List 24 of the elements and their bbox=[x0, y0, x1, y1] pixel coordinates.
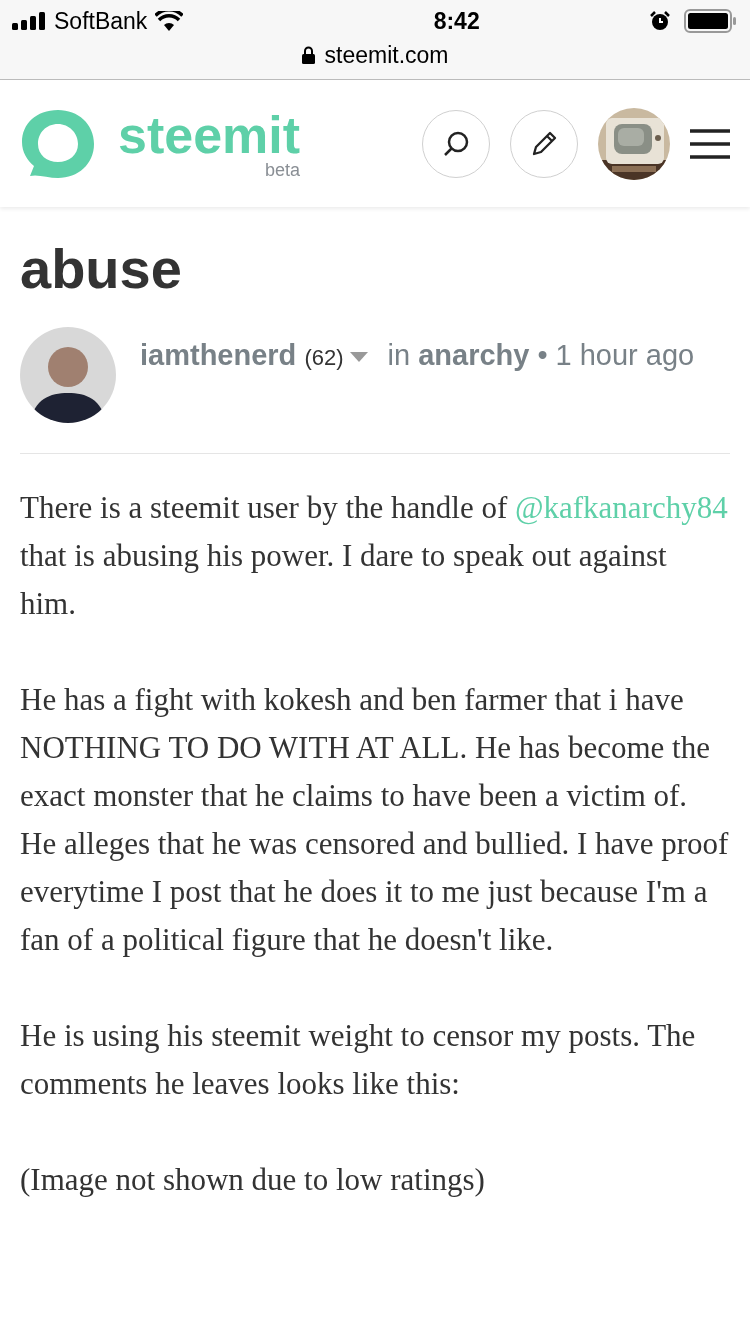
carrier-name: SoftBank bbox=[54, 6, 148, 36]
pencil-icon bbox=[530, 129, 558, 158]
body-paragraph: (Image not shown due to low ratings) bbox=[20, 1161, 486, 1199]
category-link[interactable]: anarchy bbox=[418, 339, 530, 371]
wifi-icon bbox=[155, 11, 184, 31]
lock-icon bbox=[301, 46, 315, 65]
signal-icon bbox=[12, 12, 46, 30]
post-time: 1 hour ago bbox=[555, 339, 695, 371]
beta-label: beta bbox=[265, 160, 301, 179]
body-paragraph: There is a steemit user by the handle of @kafkanarchy84 that is abusing his power. I dare to speak out against him. bbox=[20, 489, 729, 623]
in-label: in bbox=[387, 339, 411, 371]
post-title: abuse bbox=[20, 237, 183, 301]
alarm-icon bbox=[650, 11, 670, 31]
caret-icon[interactable] bbox=[349, 352, 368, 363]
author-name[interactable]: iamthenerd bbox=[140, 339, 297, 371]
clock-time: 8:42 bbox=[433, 6, 480, 36]
battery-icon bbox=[684, 9, 738, 33]
search-icon bbox=[442, 129, 470, 158]
url-text[interactable]: steemit.com bbox=[324, 38, 449, 73]
author-reputation: (62) bbox=[304, 345, 344, 370]
body-paragraph: He has a fight with kokesh and ben farmer that i have NOTHING TO DO WITH AT ALL. He has become the exact monster that he claims to have been a victim of. He alleges that he was censored and bullied. I have proof everytime I post that he does it to me just because I'm a fan of a political figure that he doesn't like. bbox=[20, 681, 730, 959]
separator-dot: • bbox=[537, 339, 548, 371]
menu-icon[interactable] bbox=[690, 127, 730, 160]
body-paragraph: He is using his steemit weight to censor my posts. The comments he leaves looks like this: bbox=[20, 1017, 697, 1103]
